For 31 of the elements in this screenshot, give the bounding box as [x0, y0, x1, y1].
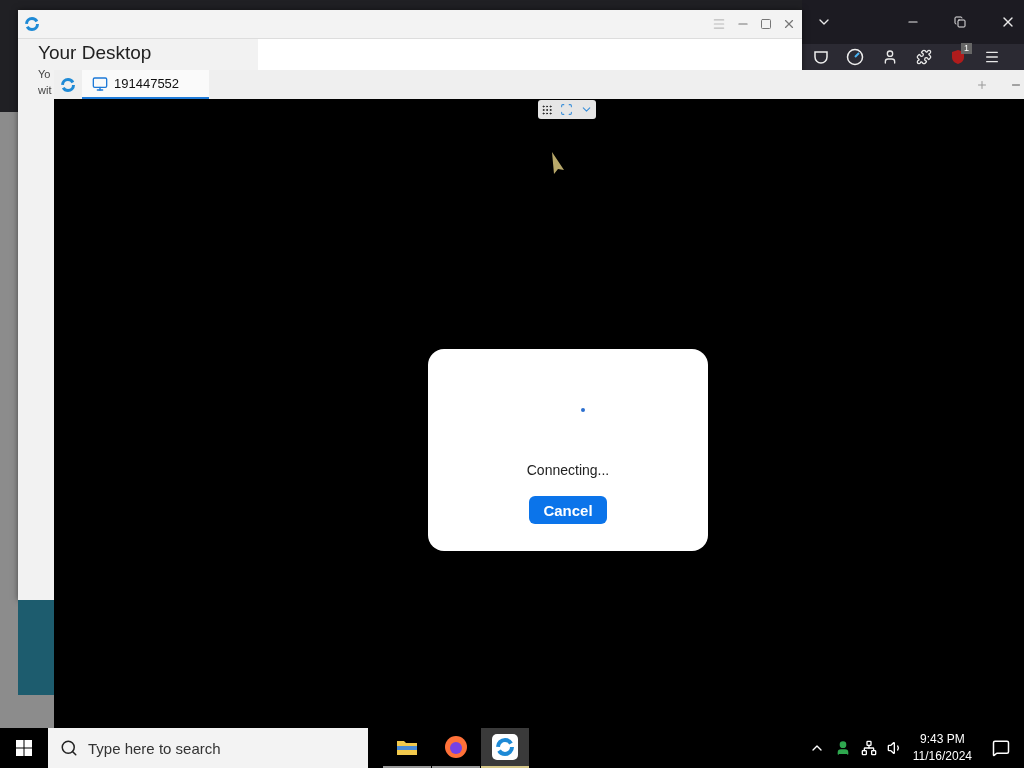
session-tab[interactable]: 191447552 [82, 70, 210, 99]
folder-icon [396, 738, 418, 756]
account-icon[interactable] [882, 49, 898, 65]
notifications-icon[interactable] [992, 739, 1010, 757]
grip-icon[interactable] [541, 103, 554, 116]
search-icon [60, 739, 78, 757]
description-text: wit [38, 84, 52, 96]
ring-logo-icon [492, 734, 518, 760]
fullscreen-icon[interactable] [560, 103, 573, 116]
count-badge: 1 [961, 43, 972, 54]
windows-icon [16, 740, 32, 756]
ring-logo-icon [60, 76, 76, 93]
panel-heading: Your Desktop [38, 42, 153, 64]
cancel-button[interactable]: Cancel [529, 496, 607, 524]
monitor-icon [92, 75, 108, 92]
spinner-icon [581, 408, 585, 412]
restore-icon[interactable] [954, 16, 966, 28]
shield-icon[interactable] [950, 49, 966, 65]
status-message: Connecting... [526, 462, 610, 478]
maximize-icon[interactable] [760, 18, 772, 30]
pocket-icon[interactable] [814, 50, 828, 64]
gauge-icon[interactable] [846, 48, 864, 66]
menu-icon[interactable] [984, 49, 1000, 65]
browser-icon [444, 735, 468, 759]
taskbar-app[interactable] [481, 728, 529, 768]
clock[interactable]: 9:43 PM 11/16/2024 [912, 731, 972, 765]
ring-logo-icon [24, 16, 40, 32]
search-field[interactable]: Type here to search [48, 728, 368, 768]
description-text: Yo [38, 68, 51, 80]
network-icon[interactable] [860, 740, 877, 756]
extensions-icon[interactable] [916, 49, 932, 65]
